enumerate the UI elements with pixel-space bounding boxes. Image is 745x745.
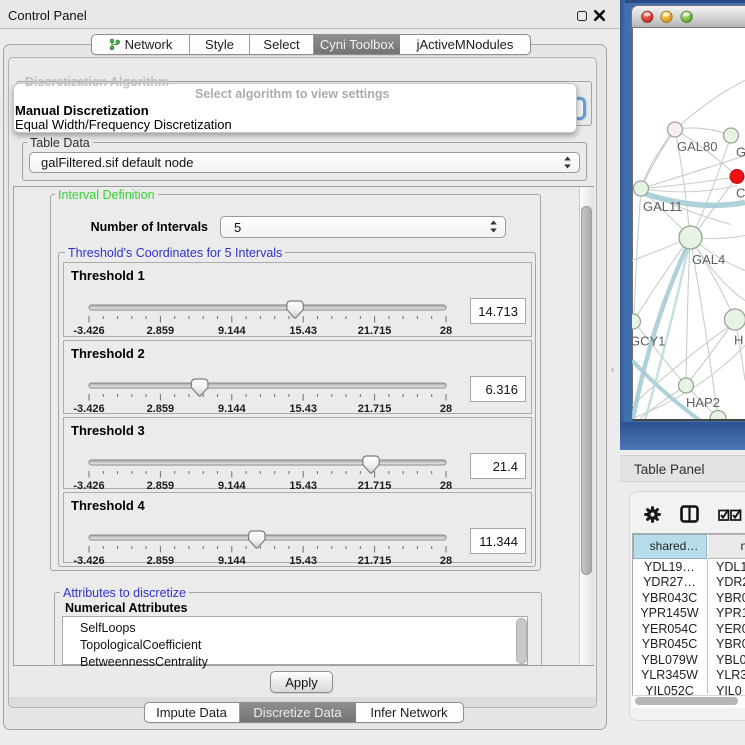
svg-text:GCY1: GCY1 — [632, 333, 665, 348]
svg-text:G..: G.. — [736, 144, 745, 159]
svg-text:C…: C… — [736, 185, 745, 200]
svg-text:HAP2: HAP2 — [686, 395, 720, 410]
svg-text:GAL80: GAL80 — [677, 139, 717, 154]
svg-text:GAL4: GAL4 — [692, 252, 725, 267]
svg-text:GAL11: GAL11 — [643, 199, 683, 214]
svg-text:H: H — [734, 332, 743, 347]
